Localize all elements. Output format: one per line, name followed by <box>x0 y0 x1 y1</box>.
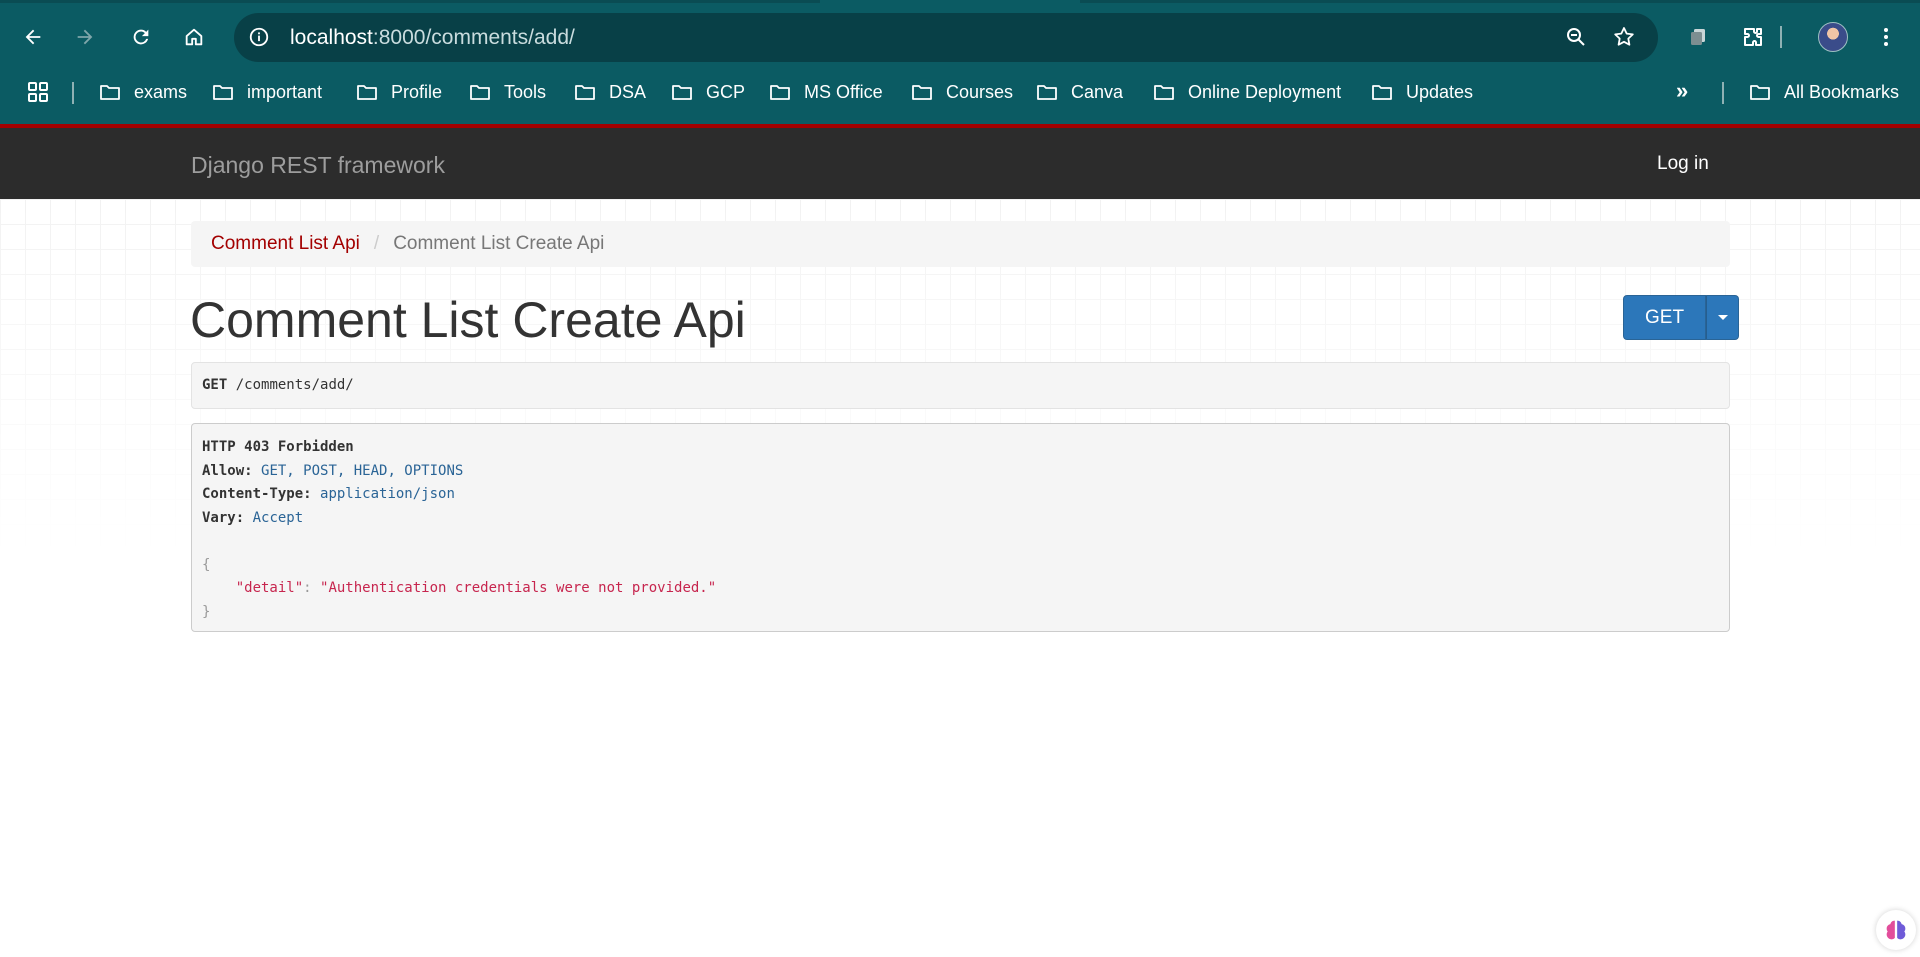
bookmark-folder-online-deployment[interactable]: Online Deployment <box>1152 78 1341 106</box>
format-dropdown-toggle[interactable] <box>1706 295 1740 340</box>
response-status: HTTP 403 Forbidden <box>202 439 354 455</box>
bookmark-folder-courses[interactable]: Courses <box>910 78 1013 106</box>
reload-icon <box>133 29 149 45</box>
bookmark-label: GCP <box>706 81 746 102</box>
bookmark-folder-canva[interactable]: Canva <box>1035 78 1123 106</box>
json-colon: : <box>303 580 321 596</box>
all-bookmarks-button[interactable]: All Bookmarks <box>1748 78 1899 106</box>
site-info-icon[interactable] <box>248 26 270 48</box>
page-title: Comment List Create Api <box>190 292 746 348</box>
bookmark-label: Canva <box>1071 81 1124 102</box>
folder-icon <box>470 85 490 100</box>
request-method: GET <box>202 377 228 393</box>
json-key: "detail" <box>235 580 304 596</box>
kebab-menu-icon <box>1884 28 1888 46</box>
bookmark-label: Profile <box>391 81 443 102</box>
folder-icon <box>912 85 932 100</box>
browser-chrome: localhost:8000/comments/add/ exams impor… <box>0 0 1920 124</box>
bookmark-label: MS Office <box>804 81 883 102</box>
folder-icon <box>213 85 233 100</box>
bookmark-star-icon[interactable] <box>1612 25 1636 49</box>
breadcrumb-separator: / <box>373 233 380 254</box>
puzzle-icon <box>1744 28 1762 46</box>
home-button[interactable] <box>176 19 212 55</box>
request-path: /comments/add/ <box>235 377 354 393</box>
bookmark-label: Updates <box>1406 81 1474 102</box>
profile-avatar[interactable] <box>1818 22 1848 52</box>
assistant-brain-button[interactable] <box>1876 910 1916 950</box>
folder-icon <box>357 85 377 100</box>
extensions-button[interactable] <box>1735 19 1771 55</box>
bookmark-folder-exams[interactable]: exams <box>98 78 187 106</box>
folder-icon <box>1372 85 1392 100</box>
active-tab[interactable] <box>820 0 1080 3</box>
address-bar[interactable]: localhost:8000/comments/add/ <box>234 13 1658 62</box>
caret-down-icon <box>1717 315 1728 320</box>
header-key: Vary: <box>202 509 245 526</box>
header-value: Accept <box>252 509 304 526</box>
back-button[interactable] <box>15 19 51 55</box>
url-path: :8000/comments/add/ <box>372 26 575 49</box>
menu-button[interactable] <box>1868 19 1904 55</box>
zoom-icon[interactable] <box>1564 25 1588 49</box>
bookmark-folder-dsa[interactable]: DSA <box>573 78 646 106</box>
arrow-left-icon <box>25 29 41 45</box>
folder-icon <box>770 85 790 100</box>
bookmark-label: Online Deployment <box>1188 81 1342 102</box>
bookmark-label: Tools <box>504 81 547 102</box>
bookmark-folder-important[interactable]: important <box>211 78 322 106</box>
breadcrumb: Comment List Api / Comment List Create A… <box>191 221 1730 267</box>
header-key: Content-Type: <box>202 486 312 502</box>
folder-icon <box>1154 85 1174 100</box>
bookmark-folder-profile[interactable]: Profile <box>355 78 442 106</box>
brand-link[interactable]: Django REST framework <box>191 152 445 179</box>
folder-icon <box>672 85 692 100</box>
bookmark-folder-ms-office[interactable]: MS Office <box>768 78 883 106</box>
header-key: Allow: <box>202 462 253 479</box>
bookmark-folder-updates[interactable]: Updates <box>1370 78 1473 106</box>
home-icon <box>185 28 203 46</box>
request-info: GET /comments/add/ <box>191 362 1730 409</box>
brain-icon <box>1886 920 1906 940</box>
json-value: "Authentication credentials were not pro… <box>320 580 717 596</box>
all-bookmarks-label: All Bookmarks <box>1784 81 1900 102</box>
drf-navbar: Django REST framework Log in <box>0 128 1920 199</box>
reload-button[interactable] <box>123 19 159 55</box>
bookmark-label: DSA <box>609 81 647 102</box>
more-bookmarks-button[interactable]: » <box>1676 78 1688 104</box>
bookmark-label: Courses <box>946 81 1014 102</box>
copy-pages-icon <box>1691 29 1705 45</box>
header-value: GET, POST, HEAD, OPTIONS <box>261 462 464 479</box>
bookmarks-bar: exams important Profile Tools DSA GCP MS… <box>0 74 1920 110</box>
arrow-right-icon <box>77 29 93 45</box>
get-button[interactable]: GET <box>1623 295 1707 340</box>
response-info: HTTP 403 Forbidden Allow: GET, POST, HEAD… <box>191 423 1730 632</box>
forward-button[interactable] <box>67 19 103 55</box>
json-close-brace: } <box>202 603 211 620</box>
bookmark-label: important <box>247 81 323 102</box>
bookmark-label: exams <box>134 81 188 102</box>
bookmark-folder-tools[interactable]: Tools <box>468 78 546 106</box>
breadcrumb-current: Comment List Create Api <box>393 233 605 254</box>
url-host: localhost <box>290 26 373 49</box>
folder-icon <box>575 85 595 100</box>
breadcrumb-link[interactable]: Comment List Api <box>211 233 360 255</box>
login-link[interactable]: Log in <box>1657 153 1709 175</box>
url-text[interactable]: localhost:8000/comments/add/ <box>290 26 575 50</box>
extension-button[interactable] <box>1680 19 1716 55</box>
tab-strip <box>0 0 1920 3</box>
bookmarks-divider <box>72 82 74 104</box>
json-open-brace: { <box>202 556 211 573</box>
toolbar-divider <box>1780 26 1782 48</box>
folder-icon <box>1037 85 1057 100</box>
apps-grid-icon[interactable] <box>26 80 50 104</box>
bookmarks-divider <box>1722 82 1724 104</box>
get-format-button-group: GET <box>1623 295 1740 340</box>
header-value: application/json <box>320 486 455 502</box>
bookmark-folder-gcp[interactable]: GCP <box>670 78 745 106</box>
folder-icon <box>1750 85 1770 100</box>
folder-icon <box>100 85 120 100</box>
